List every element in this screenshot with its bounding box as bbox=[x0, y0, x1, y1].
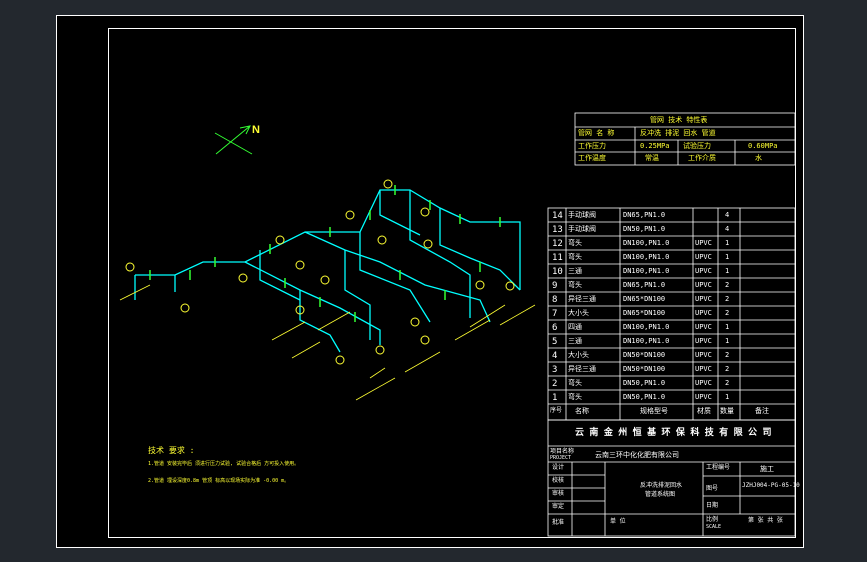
checker-label: 校核 bbox=[552, 477, 565, 484]
bom-name: 四通 bbox=[568, 323, 582, 331]
bom-name: 异径三通 bbox=[568, 365, 596, 373]
bom-spec: DN50,PN1.0 bbox=[623, 379, 666, 387]
bom-name: 弯头 bbox=[568, 253, 582, 261]
bom-name: 异径三通 bbox=[568, 295, 596, 303]
bom-no: 2 bbox=[552, 379, 558, 389]
bom-name: 弯头 bbox=[568, 379, 582, 387]
bom-no: 13 bbox=[552, 225, 563, 235]
sheet-label: 第 张 共 张 bbox=[748, 517, 783, 524]
company-name: 云 南 金 州 恒 基 环 保 科 技 有 限 公 司 bbox=[575, 428, 772, 438]
bom-no: 1 bbox=[552, 393, 558, 403]
bom-name: 手动球阀 bbox=[568, 211, 596, 219]
bom-spec: DN50,PN1.0 bbox=[623, 225, 666, 233]
bom-mat: UPVC bbox=[695, 267, 712, 275]
bom-mat: UPVC bbox=[695, 281, 712, 289]
bom-mat: UPVC bbox=[695, 309, 712, 317]
notes-line: 1.管道 安装完毕后 须进行压力试验, 试验合格后 方可投入使用。 bbox=[148, 461, 300, 467]
bom-spec: DN50*DN100 bbox=[623, 365, 666, 373]
bom-qty: 4 bbox=[725, 225, 730, 233]
project-name: 云南三环中化化肥有限公司 bbox=[595, 451, 679, 459]
bom-spec: DN100,PN1.0 bbox=[623, 323, 670, 331]
designer-label: 设计 bbox=[552, 464, 565, 471]
bom-mat: UPVC bbox=[695, 323, 712, 331]
scale-sub: SCALE bbox=[706, 524, 722, 530]
project-sub: PROJECT bbox=[550, 455, 572, 461]
bom-mat: UPVC bbox=[695, 365, 712, 373]
bom-header: 数量 bbox=[720, 407, 734, 415]
bom-qty: 2 bbox=[725, 351, 730, 359]
bom-name: 弯头 bbox=[568, 239, 582, 247]
bom-qty: 1 bbox=[725, 253, 730, 261]
bom-no: 6 bbox=[552, 323, 558, 333]
bom-header: 名称 bbox=[575, 407, 589, 415]
drawing-number: JZHJ004-PG-05-10 bbox=[742, 482, 800, 489]
bom-qty: 1 bbox=[725, 323, 730, 331]
bom-mat: UPVC bbox=[695, 393, 712, 401]
bom-no: 9 bbox=[552, 281, 558, 291]
bom-no: 11 bbox=[552, 253, 563, 263]
bom-qty: 2 bbox=[725, 365, 730, 373]
bom-header: 序号 bbox=[550, 407, 563, 414]
bom-mat: UPVC bbox=[695, 379, 712, 387]
bom-mat: UPVC bbox=[695, 351, 712, 359]
bom-no: 14 bbox=[552, 211, 563, 221]
bom-no: 4 bbox=[552, 351, 558, 361]
bom-name: 手动球阀 bbox=[568, 225, 596, 233]
bom-spec: DN50,PN1.0 bbox=[623, 393, 666, 401]
bom-mat: UPVC bbox=[695, 337, 712, 345]
bom-no: 5 bbox=[552, 337, 558, 347]
bom-qty: 1 bbox=[725, 337, 730, 345]
bom-no: 10 bbox=[552, 267, 563, 277]
bom-qty: 1 bbox=[725, 393, 730, 401]
notes-line: 2.管道 埋设深度0.8m 管顶 标高以现场实际为准 -0.00 m。 bbox=[148, 478, 290, 484]
bom-qty: 2 bbox=[725, 295, 730, 303]
bom-table-grid bbox=[547, 207, 796, 537]
bom-qty: 2 bbox=[725, 281, 730, 289]
bom-mat: UPVC bbox=[695, 295, 712, 303]
reviewer-label: 审核 bbox=[552, 490, 565, 497]
bom-mat: UPVC bbox=[695, 239, 712, 247]
bom-name: 大小头 bbox=[568, 309, 589, 317]
dwg-label: 图号 bbox=[706, 485, 719, 492]
unit-label: 单 位 bbox=[610, 518, 626, 525]
approver-label: 审定 bbox=[552, 503, 565, 510]
bom-spec: DN50*DN100 bbox=[623, 351, 666, 359]
bom-qty: 2 bbox=[725, 379, 730, 387]
bom-spec: DN65,PN1.0 bbox=[623, 281, 666, 289]
bom-no: 12 bbox=[552, 239, 563, 249]
stage-value: 施工 bbox=[760, 465, 774, 473]
drawing-title-line1: 反冲洗排泥回水 bbox=[640, 482, 683, 489]
bom-qty: 1 bbox=[725, 239, 730, 247]
bom-header: 备注 bbox=[755, 407, 769, 415]
bom-qty: 4 bbox=[725, 211, 730, 219]
bom-name: 三通 bbox=[568, 267, 582, 275]
bom-no: 8 bbox=[552, 295, 558, 305]
bom-spec: DN100,PN1.0 bbox=[623, 267, 670, 275]
bom-qty: 2 bbox=[725, 309, 730, 317]
bom-spec: DN100,PN1.0 bbox=[623, 239, 670, 247]
bom-header: 材质 bbox=[697, 407, 711, 415]
date-label: 日期 bbox=[706, 502, 719, 509]
scale-label: 比例 bbox=[706, 516, 719, 523]
bom-spec: DN65,PN1.0 bbox=[623, 211, 666, 219]
bom-name: 三通 bbox=[568, 337, 582, 345]
bom-no: 7 bbox=[552, 309, 558, 319]
bom-mat: UPVC bbox=[695, 253, 712, 261]
bom-no: 3 bbox=[552, 365, 558, 375]
bom-spec: DN100,PN1.0 bbox=[623, 337, 670, 345]
bom-spec: DN65*DN100 bbox=[623, 295, 666, 303]
bom-spec: DN65*DN100 bbox=[623, 309, 666, 317]
authorizer-label: 批准 bbox=[552, 519, 565, 526]
bom-name: 弯头 bbox=[568, 393, 582, 401]
bom-name: 弯头 bbox=[568, 281, 582, 289]
project-no-label: 工程编号 bbox=[706, 464, 731, 471]
bom-name: 大小头 bbox=[568, 351, 589, 359]
bom-header: 规格型号 bbox=[640, 407, 668, 415]
drawing-title-line2: 管道系统图 bbox=[645, 491, 676, 498]
notes-title: 技术 要求 : bbox=[148, 446, 195, 455]
bom-spec: DN100,PN1.0 bbox=[623, 253, 670, 261]
bom-qty: 1 bbox=[725, 267, 730, 275]
